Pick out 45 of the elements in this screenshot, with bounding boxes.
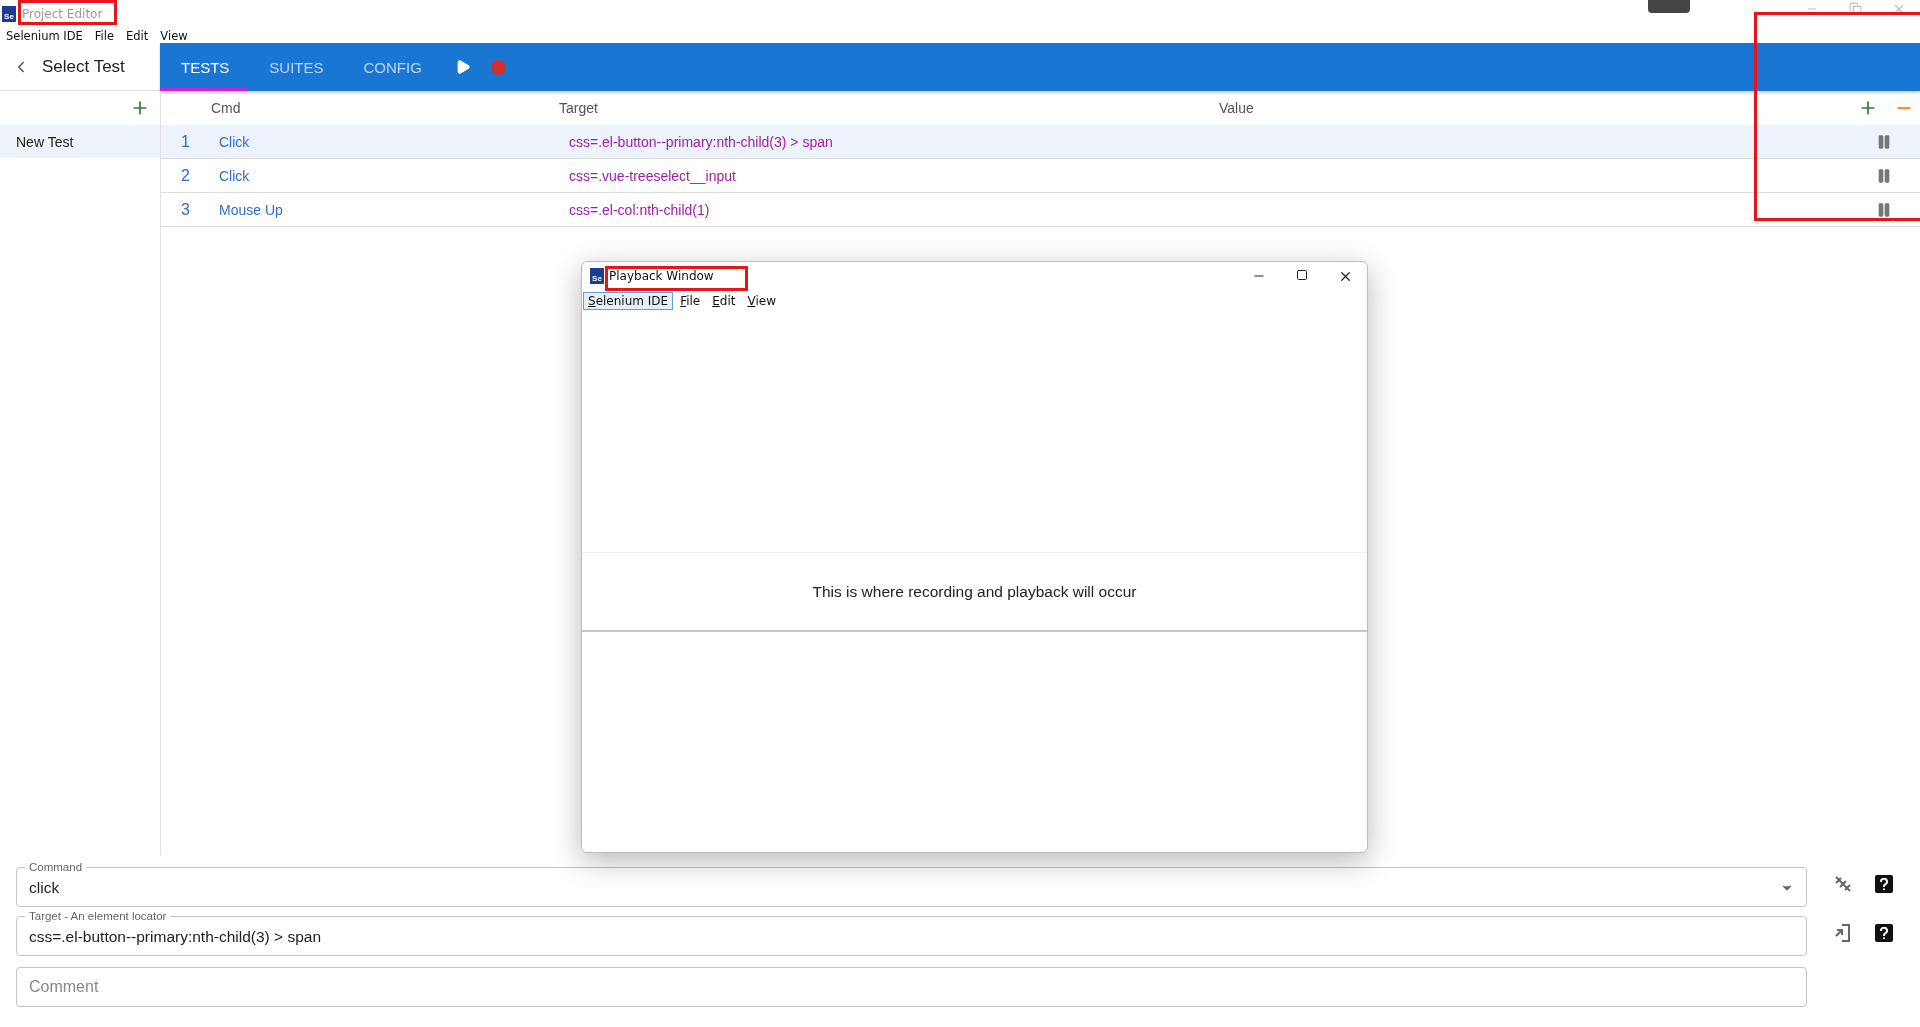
menu-item[interactable]: Selenium IDE: [6, 28, 83, 43]
command-field[interactable]: Command click: [16, 861, 1807, 907]
menu-item[interactable]: View: [742, 292, 781, 310]
target-cell-text: css=.el-button--primary:nth-child(3) > span: [568, 133, 834, 150]
column-header: Cmd: [211, 100, 242, 116]
command-cell-text: Mouse Up: [218, 201, 284, 218]
column-header: Value: [1219, 100, 1255, 116]
field-value: click: [29, 878, 61, 897]
menu-item[interactable]: Edit: [126, 28, 149, 43]
field-label: Target - An element locator: [28, 910, 168, 922]
command-cell-text: Click: [218, 133, 251, 150]
meter-widget-icon: [1648, 0, 1690, 13]
comment-field[interactable]: Comment: [16, 967, 1807, 1007]
help-icon[interactable]: [1875, 924, 1893, 942]
restore-icon[interactable]: [1849, 2, 1862, 15]
field-value: css=.el-button--primary:nth-child(3) > span: [29, 927, 323, 946]
field-label: Command: [28, 861, 84, 873]
test-item[interactable]: New Test: [0, 125, 160, 158]
pause-icon[interactable]: [1876, 201, 1892, 218]
app-logo: Se: [590, 268, 604, 284]
pause-icon[interactable]: [1876, 167, 1892, 184]
column-header: Target: [559, 100, 599, 116]
select-element-icon[interactable]: [1833, 923, 1853, 943]
menu-item[interactable]: File: [94, 28, 115, 43]
window-title: Project Editor: [22, 7, 103, 21]
menu-item[interactable]: File: [675, 292, 706, 310]
row-number: 1: [180, 132, 191, 151]
command-row[interactable]: 1 Click css=.el-button--primary:nth-child(3) > span: [161, 125, 1920, 159]
command-cell-text: Click: [218, 167, 251, 184]
pause-icon[interactable]: [1876, 133, 1892, 150]
menu-item[interactable]: View: [160, 28, 188, 43]
row-number: 2: [180, 166, 191, 185]
tab[interactable]: TESTS: [160, 43, 249, 91]
row-number: 3: [180, 200, 191, 219]
help-icon[interactable]: [1875, 875, 1893, 893]
target-field[interactable]: Target - An element locator css=.el-button--primary:nth-child(3) > span: [16, 910, 1807, 956]
target-cell-text: css=.vue-treeselect__input: [568, 167, 737, 184]
window-title: Playback Window: [609, 269, 714, 283]
maximize-icon[interactable]: [1296, 268, 1308, 281]
target-cell-text: css=.el-col:nth-child(1): [568, 201, 711, 218]
app-logo: Se: [2, 6, 16, 22]
menu-item[interactable]: Edit: [707, 292, 741, 310]
playback-message: This is where recording and playback will occur: [812, 582, 1137, 601]
menu-item[interactable]: Selenium IDE: [583, 292, 674, 310]
select-test-title[interactable]: Select Test: [42, 56, 125, 77]
